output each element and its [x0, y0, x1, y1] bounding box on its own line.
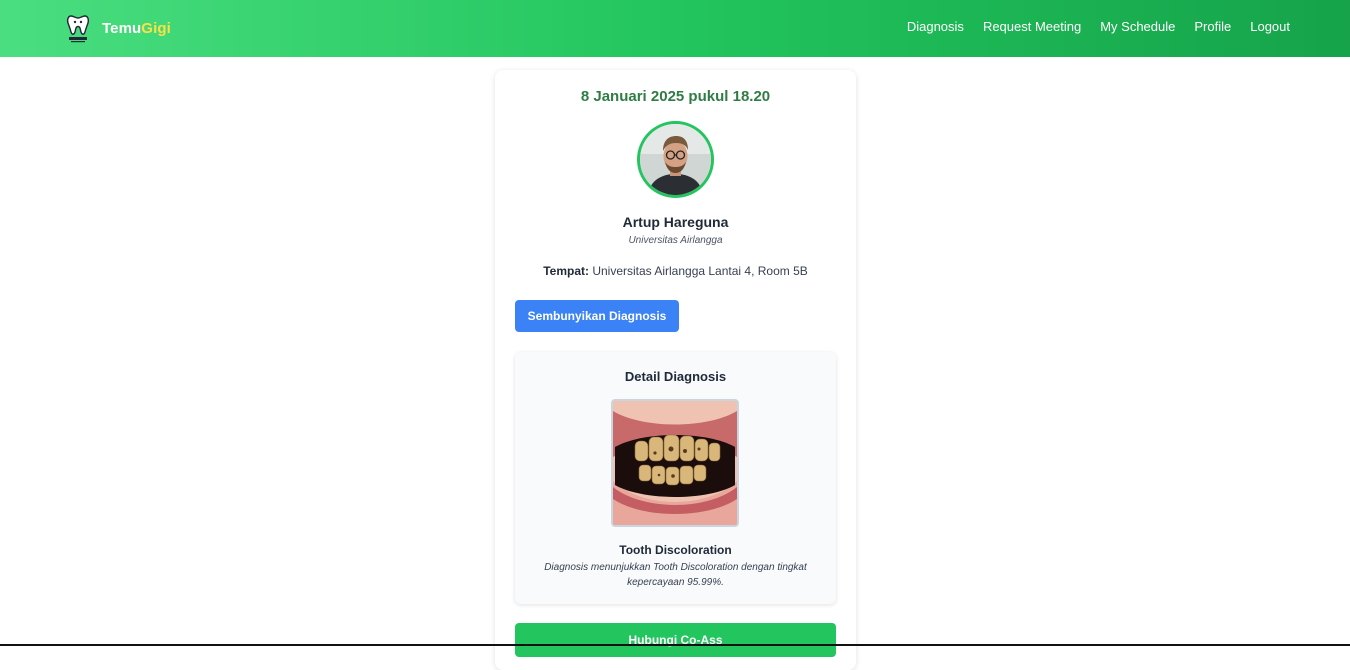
brand-name-accent: Gigi [141, 19, 171, 37]
diagnosis-description: Diagnosis menunjukkan Tooth Discoloratio… [544, 562, 807, 588]
diagnosis-photo [611, 399, 739, 527]
brand-name: TemuGigi [102, 20, 171, 37]
appointment-card: 8 Januari 2025 pukul 18.20 Artup Haregun… [495, 70, 856, 670]
nav-links: Diagnosis Request Meeting My Schedule Pr… [907, 19, 1290, 34]
hide-diagnosis-button[interactable]: Sembunyikan Diagnosis [515, 300, 679, 332]
appointment-place: Tempat: Universitas Airlangga Lantai 4, … [495, 264, 856, 278]
coass-name: Artup Hareguna [622, 214, 729, 230]
nav-link-logout[interactable]: Logout [1250, 19, 1290, 34]
nav-link-diagnosis[interactable]: Diagnosis [907, 19, 964, 34]
tooth-logo-icon [64, 13, 92, 43]
nav-link-my-schedule[interactable]: My Schedule [1100, 19, 1175, 34]
diagnosis-detail-title: Detail Diagnosis [624, 369, 727, 384]
coass-university: Universitas Airlangga [628, 235, 723, 246]
brand-name-main: Temu [102, 19, 142, 37]
diagnosis-condition: Tooth Discoloration [619, 543, 732, 557]
top-navbar: TemuGigi Diagnosis Request Meeting My Sc… [0, 0, 1350, 57]
place-label: Tempat: [543, 264, 589, 278]
place-value: Universitas Airlangga Lantai 4, Room 5B [592, 264, 808, 278]
nav-link-profile[interactable]: Profile [1194, 19, 1231, 34]
diagnosis-detail-panel: Detail Diagnosis Tooth Discoloration Dia… [515, 352, 836, 604]
brand[interactable]: TemuGigi [64, 13, 171, 43]
contact-coass-button[interactable]: Hubungi Co-Ass [515, 623, 836, 657]
coass-avatar [637, 121, 714, 198]
nav-link-request-meeting[interactable]: Request Meeting [983, 19, 1081, 34]
appointment-datetime: 8 Januari 2025 pukul 18.20 [580, 88, 771, 105]
